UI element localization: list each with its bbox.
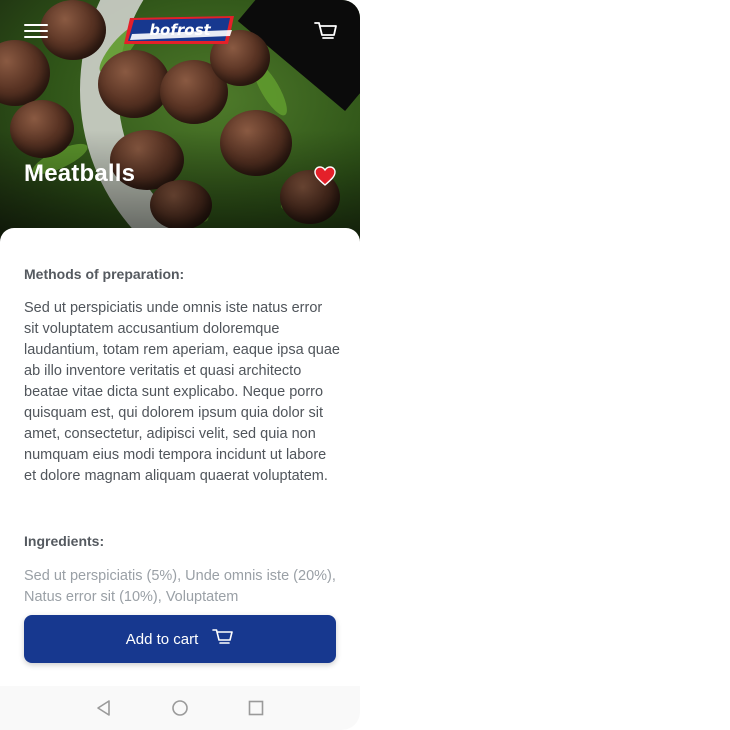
preparation-heading: Methods of preparation:: [24, 266, 185, 282]
back-triangle-icon[interactable]: [94, 698, 114, 718]
ingredients-heading: Ingredients:: [24, 533, 105, 549]
product-title: Meatballs: [24, 160, 136, 187]
preparation-text: Sed ut perspiciatis unde omnis iste natu…: [24, 300, 340, 484]
add-to-cart-label: Add to cart: [125, 630, 199, 648]
logo-text: bofrost: [149, 21, 211, 39]
bofrost-logo: bofrost: [122, 14, 238, 46]
home-circle-icon[interactable]: [170, 698, 190, 718]
top-bar: bofrost: [0, 0, 360, 64]
recents-square-icon[interactable]: [246, 698, 266, 718]
shopping-cart-icon: [212, 628, 234, 650]
heart-icon[interactable]: [314, 166, 336, 186]
system-navigation-bar: [0, 686, 360, 730]
ingredients-text: Sed ut perspiciatis (5%), Unde omnis ist…: [24, 568, 336, 605]
shopping-cart-icon[interactable]: [314, 20, 338, 42]
add-to-cart-button[interactable]: Add to cart: [24, 615, 336, 663]
hamburger-menu-icon[interactable]: [24, 24, 48, 38]
app-screen: bofrost Meatballs Methods of preparation…: [0, 0, 360, 730]
